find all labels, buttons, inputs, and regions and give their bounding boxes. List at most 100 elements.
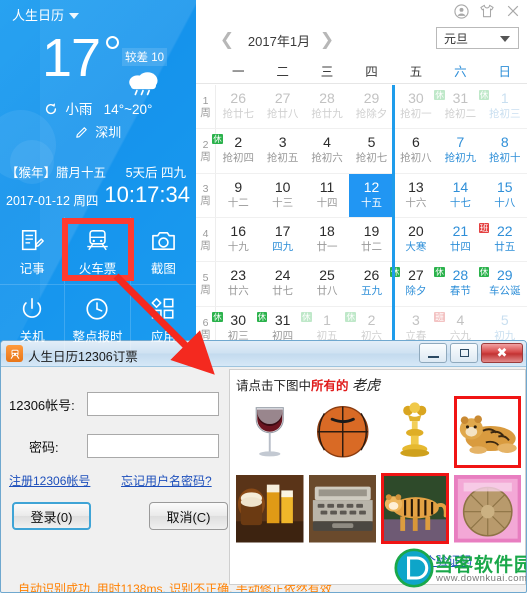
calendar-day-cell[interactable]: 6 抢初八 bbox=[393, 129, 439, 174]
calendar-day-cell[interactable]: 7 抢初九 bbox=[438, 129, 483, 174]
close-icon[interactable] bbox=[505, 3, 521, 19]
tool-train-ticket[interactable]: 火车票 bbox=[65, 217, 131, 285]
user-avatar-icon[interactable] bbox=[453, 3, 469, 19]
tool-hourly-chime-label: 整点报时 bbox=[72, 329, 123, 344]
calendar-day-cell[interactable]: 休 27 除夕 bbox=[389, 262, 439, 307]
calendar-day-cell[interactable]: 4 抢初六 bbox=[304, 129, 350, 174]
captcha-cell-beer-glasses[interactable] bbox=[236, 472, 304, 544]
app-title-row[interactable]: 人生日历 bbox=[12, 5, 80, 24]
calendar-day-cell[interactable]: 休 29 车公诞 bbox=[478, 262, 527, 307]
day-number: 23 bbox=[230, 267, 246, 284]
refresh-icon[interactable] bbox=[44, 102, 58, 116]
login-button[interactable]: 登录(0) bbox=[12, 502, 91, 530]
lunar-label: 抢初七 bbox=[355, 152, 388, 165]
calendar-day-cell[interactable]: 24 廿七 bbox=[260, 262, 305, 307]
calendar-day-cell[interactable]: 5 抢初七 bbox=[349, 129, 394, 174]
calendar-day-cell[interactable]: 27 抢廿八 bbox=[260, 85, 305, 130]
calendar-day-cell[interactable]: 休 1 抢初三 bbox=[478, 85, 527, 130]
calendar-day-cell[interactable]: 17 四九 bbox=[260, 218, 305, 263]
captcha-cell-gong-disc[interactable] bbox=[453, 472, 521, 544]
lunar-label: 抢廿九 bbox=[311, 108, 343, 121]
lunar-label: 抢初二 bbox=[444, 108, 477, 121]
close-icon: ✖ bbox=[496, 345, 508, 360]
calendar-day-cell[interactable]: 15 十八 bbox=[482, 174, 527, 218]
weekday-header-row: 一 二 三 四 五 六 日 bbox=[196, 58, 527, 84]
watermark: 当客软件园 www.downkuai.com bbox=[394, 544, 527, 592]
captcha-cell-typewriter[interactable] bbox=[308, 472, 376, 544]
watermark-url: www.downkuai.com bbox=[436, 573, 527, 584]
register-link[interactable]: 注册12306帐号 bbox=[9, 472, 90, 489]
calendar-day-cell[interactable]: 18 廿一 bbox=[304, 218, 350, 263]
rest-day-badge: 休 bbox=[212, 311, 223, 322]
calendar-day-cell[interactable]: 12 十五 bbox=[349, 173, 394, 218]
chevron-right-icon[interactable]: ❯ bbox=[318, 30, 336, 50]
day-number: 27 bbox=[408, 267, 424, 284]
calendar-day-cell[interactable]: 26 抢廿七 bbox=[216, 85, 261, 130]
lunar-label: 抢初八 bbox=[400, 152, 432, 165]
calendar-day-cell[interactable]: 8 抢初十 bbox=[482, 129, 527, 174]
forgot-password-link[interactable]: 忘记用户名密码? bbox=[121, 472, 212, 489]
captcha-cell-basketball[interactable] bbox=[308, 396, 376, 468]
day-number: 18 bbox=[319, 223, 335, 240]
day-number: 15 bbox=[496, 178, 513, 195]
lunar-label: 廿二 bbox=[360, 241, 382, 254]
tool-apps[interactable]: 应用 bbox=[131, 285, 196, 353]
captcha-cell-wine-glass[interactable] bbox=[236, 396, 304, 468]
calendar-day-cell[interactable]: 休 28 春节 bbox=[434, 262, 483, 307]
lunar-label: 春节 bbox=[449, 285, 471, 298]
calendar-day-cell[interactable]: 休 2 抢初四 bbox=[212, 129, 261, 174]
minimize-button[interactable] bbox=[419, 343, 447, 363]
calendar-day-cell[interactable]: 休 31 抢初二 bbox=[434, 85, 483, 130]
power-icon bbox=[19, 292, 45, 322]
close-button[interactable]: ✖ bbox=[481, 343, 523, 363]
city-row[interactable]: 深圳 bbox=[0, 122, 196, 141]
captcha-cell-tiger-lying[interactable] bbox=[453, 396, 521, 468]
calendar-day-cell[interactable]: 9 十二 bbox=[216, 174, 261, 218]
day-number: 16 bbox=[230, 223, 246, 240]
calendar-day-cell[interactable]: 28 抢廿九 bbox=[304, 85, 350, 130]
calendar-day-cell[interactable]: 14 十七 bbox=[438, 174, 483, 218]
calendar-day-cell[interactable]: 26 五九 bbox=[349, 262, 394, 307]
calendar-day-cell[interactable]: 19 廿二 bbox=[349, 218, 394, 263]
captcha-cell-gold-candlestick[interactable] bbox=[381, 396, 449, 468]
day-number: 10 bbox=[274, 178, 291, 195]
week-number-3: 3周 bbox=[196, 173, 216, 218]
tool-note[interactable]: 记事 bbox=[0, 217, 66, 285]
calendar-day-cell[interactable]: 11 十四 bbox=[304, 174, 350, 218]
calendar-day-cell[interactable]: 16 十九 bbox=[216, 218, 261, 263]
calendar-day-cell[interactable]: 班 22 廿五 bbox=[478, 218, 527, 263]
password-input[interactable] bbox=[87, 434, 219, 458]
tool-screenshot[interactable]: 截图 bbox=[130, 217, 196, 285]
calendar-day-cell[interactable]: 13 十六 bbox=[393, 174, 439, 218]
calendar-day-cell[interactable]: 23 廿六 bbox=[216, 262, 261, 307]
weather-condition-row: 小雨 14°~20° bbox=[0, 98, 196, 118]
calendar-day-cell[interactable]: 20 大寒 bbox=[393, 218, 439, 263]
calendar-day-cell[interactable]: 30 抢初一 bbox=[393, 85, 439, 130]
calendar-day-cell[interactable]: 25 廿八 bbox=[304, 262, 350, 307]
calendar-day-cell[interactable]: 21 廿四 bbox=[438, 218, 483, 263]
maximize-button[interactable] bbox=[450, 343, 478, 363]
calendar-day-cell[interactable]: 29 抢除夕 bbox=[349, 85, 394, 130]
tool-shutdown[interactable]: 关机 bbox=[0, 284, 66, 352]
temperature-value: 17 bbox=[42, 28, 101, 88]
edit-pencil-icon[interactable] bbox=[75, 126, 88, 139]
calendar-day-cell[interactable]: 3 抢初五 bbox=[260, 129, 305, 174]
captcha-cell-tiger-walking[interactable] bbox=[381, 472, 449, 544]
window-controls bbox=[453, 3, 521, 19]
calendar-scrollbar[interactable] bbox=[392, 85, 395, 351]
calendar-day-cell[interactable]: 10 十三 bbox=[260, 174, 305, 218]
day-number: 17 bbox=[274, 223, 291, 240]
chevron-left-icon[interactable]: ❮ bbox=[218, 30, 236, 50]
chevron-down-icon[interactable] bbox=[69, 12, 80, 19]
day-number: 12 bbox=[363, 178, 380, 195]
tshirt-skin-icon[interactable] bbox=[479, 3, 495, 19]
festival-select[interactable]: 元旦 bbox=[436, 27, 519, 49]
account-input[interactable] bbox=[87, 392, 219, 416]
week-suffix: 周 bbox=[200, 150, 211, 163]
tool-hourly-chime[interactable]: 整点报时 bbox=[65, 284, 131, 352]
day-number: 7 bbox=[456, 134, 465, 151]
lunar-label: 抢初三 bbox=[489, 108, 521, 121]
cancel-button[interactable]: 取消(C) bbox=[149, 502, 228, 530]
lunar-label: 十八 bbox=[494, 196, 516, 209]
week-number-value: 3 bbox=[202, 183, 209, 196]
